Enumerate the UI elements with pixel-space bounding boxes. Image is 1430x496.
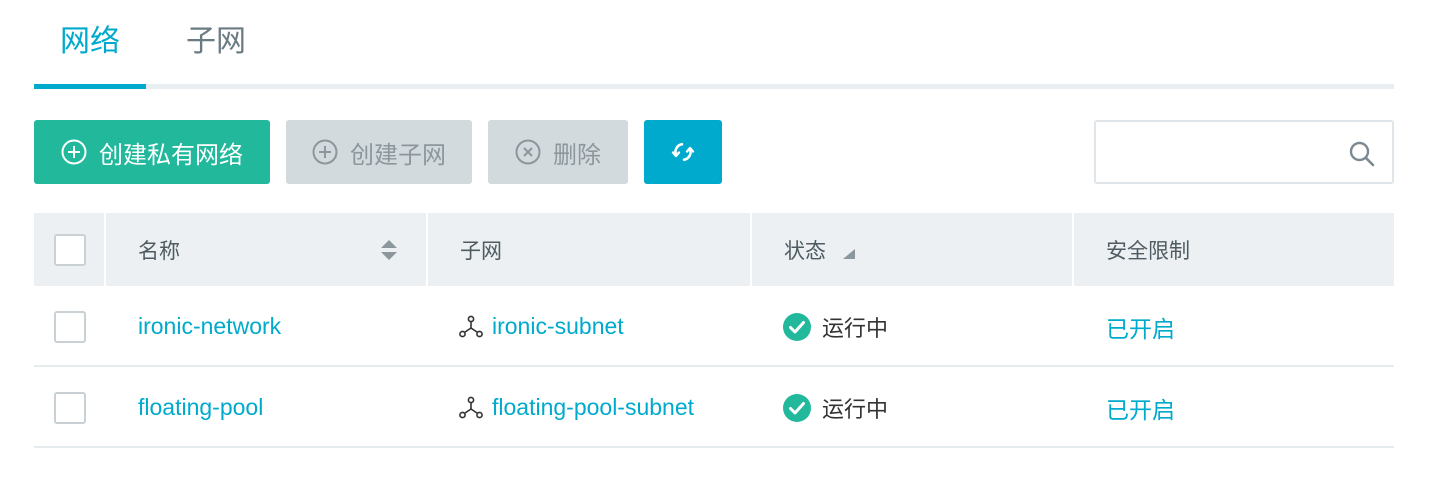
column-divider (104, 213, 106, 286)
network-name-link[interactable]: ironic-network (138, 313, 281, 340)
select-all-cell (54, 213, 86, 286)
x-circle-icon (515, 139, 541, 165)
select-all-checkbox[interactable] (54, 233, 86, 266)
row-checkbox[interactable] (54, 310, 86, 343)
sort-ascending-icon[interactable] (842, 248, 856, 260)
row-select-cell (54, 367, 86, 448)
row-checkbox[interactable] (54, 391, 86, 424)
delete-label: 删除 (553, 140, 601, 169)
row-select-cell (54, 286, 86, 367)
security-status-link[interactable]: 已开启 (1106, 391, 1175, 425)
column-header-status[interactable]: 状态 (784, 213, 826, 286)
status-text: 运行中 (822, 397, 889, 423)
active-tab-indicator (34, 84, 146, 89)
plus-circle-icon (61, 139, 87, 165)
create-network-label: 创建私有网络 (99, 140, 243, 169)
subnet-icon (459, 315, 483, 337)
search-icon[interactable] (1348, 140, 1376, 168)
refresh-icon (671, 142, 695, 162)
column-header-subnet: 子网 (460, 238, 502, 263)
table-row: ironic-network ironic-subnet 运行中 已开启 (34, 286, 1394, 367)
sort-icon[interactable] (380, 239, 398, 261)
subnet-cell: ironic-subnet (458, 286, 624, 367)
search-box (1094, 120, 1394, 184)
column-header-name[interactable]: 名称 (138, 213, 180, 286)
column-divider (1072, 213, 1074, 286)
status-cell: 运行中 (782, 286, 888, 367)
network-name-cell: ironic-network (138, 286, 281, 367)
tab-networks[interactable]: 网络 (60, 22, 120, 62)
status-cell: 运行中 (782, 367, 888, 448)
subnet-link[interactable]: ironic-subnet (492, 313, 624, 340)
create-network-button[interactable]: 创建私有网络 (34, 120, 270, 184)
create-subnet-button[interactable]: 创建子网 (286, 120, 472, 184)
refresh-button[interactable] (644, 120, 722, 184)
create-subnet-label: 创建子网 (350, 140, 446, 169)
security-status-link[interactable]: 已开启 (1106, 310, 1175, 344)
check-circle-icon (783, 312, 811, 341)
subnet-link[interactable]: floating-pool-subnet (492, 394, 694, 421)
security-cell: 已开启 (1106, 286, 1175, 367)
network-name-cell: floating-pool (138, 367, 263, 448)
tab-subnets[interactable]: 子网 (186, 22, 246, 62)
network-table: 名称 子网 状态 安全限制 ironic-network ironic-subn… (34, 213, 1394, 448)
delete-button[interactable]: 删除 (488, 120, 628, 184)
table-header: 名称 子网 状态 安全限制 (34, 213, 1394, 286)
security-cell: 已开启 (1106, 367, 1175, 448)
table-row: floating-pool floating-pool-subnet 运行中 已… (34, 367, 1394, 448)
search-input[interactable] (1110, 134, 1330, 170)
status-text: 运行中 (822, 316, 889, 342)
tab-bar-underline (34, 84, 1394, 89)
check-circle-icon (783, 393, 811, 422)
subnet-cell: floating-pool-subnet (458, 367, 694, 448)
column-header-security: 安全限制 (1106, 238, 1190, 263)
plus-circle-icon (312, 139, 338, 165)
column-divider (426, 213, 428, 286)
subnet-icon (459, 396, 483, 418)
column-divider (750, 213, 752, 286)
tab-bar: 网络 子网 (34, 0, 1394, 90)
network-name-link[interactable]: floating-pool (138, 394, 263, 421)
